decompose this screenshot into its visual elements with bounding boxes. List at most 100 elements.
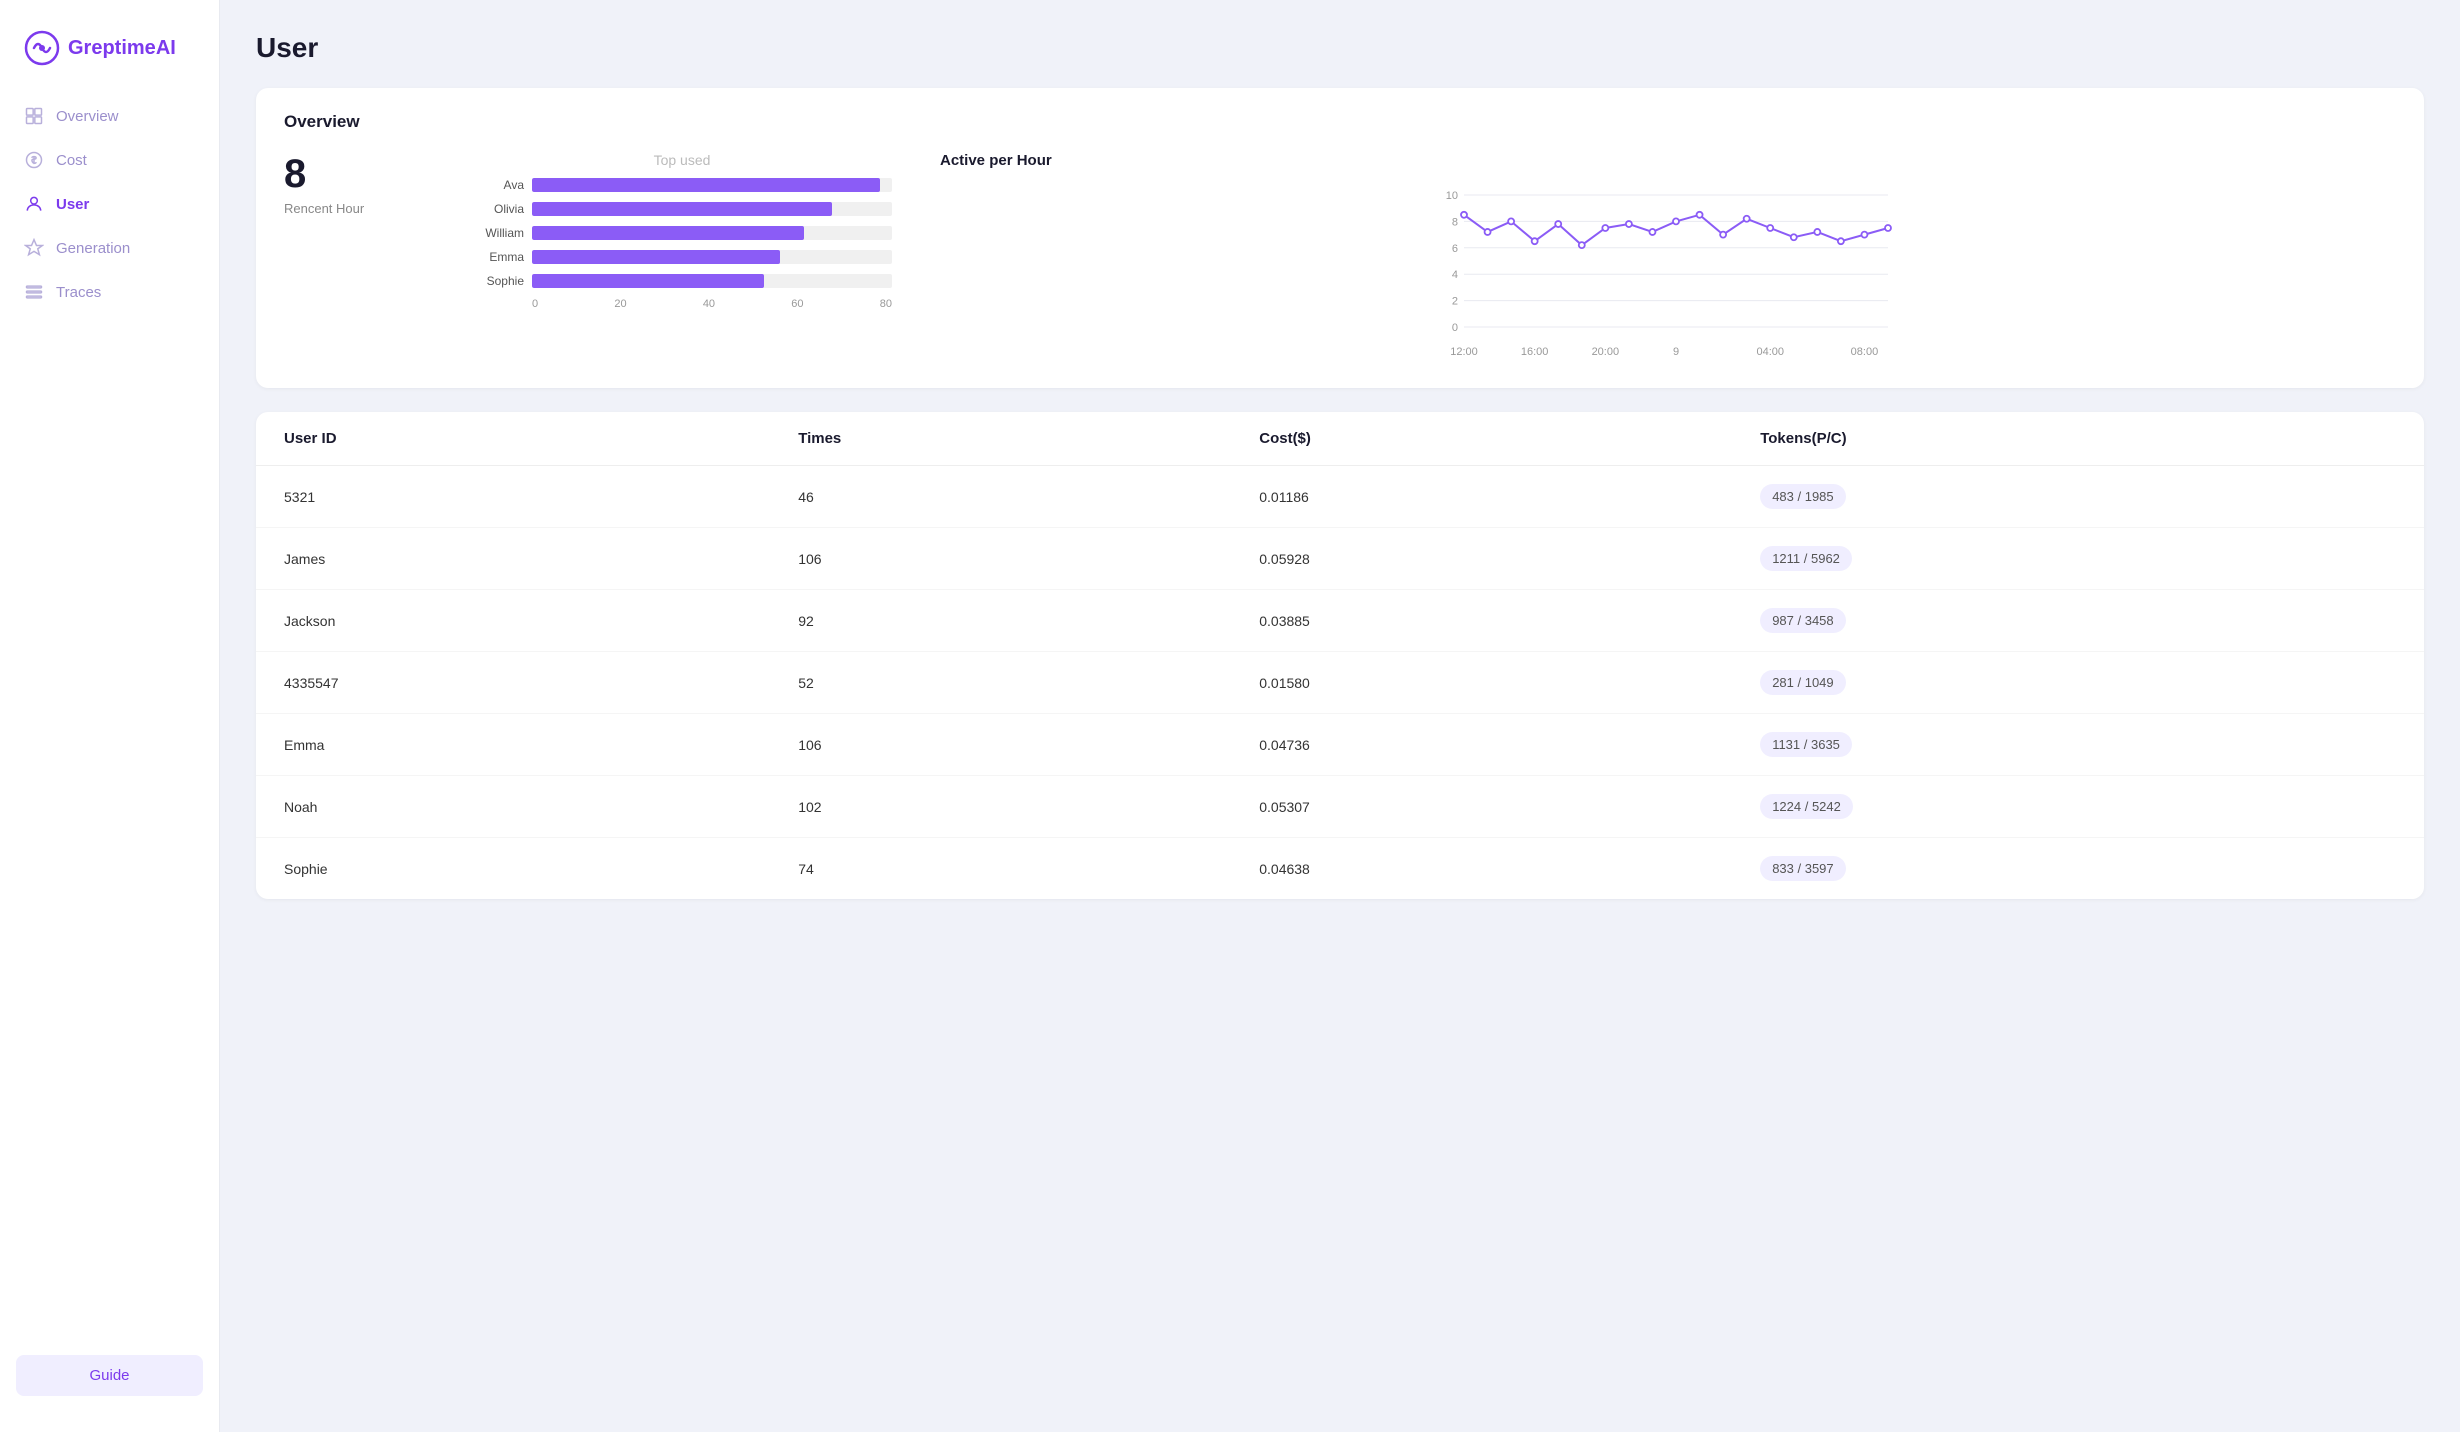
- cell-cost: 0.05928: [1231, 528, 1732, 590]
- svg-text:08:00: 08:00: [1851, 346, 1879, 358]
- logo-icon: [24, 30, 60, 66]
- cell-tokens: 1211 / 5962: [1732, 528, 2424, 590]
- svg-text:6: 6: [1452, 243, 1458, 255]
- sidebar-item-label-generation: Generation: [56, 240, 130, 257]
- guide-button[interactable]: Guide: [16, 1355, 203, 1396]
- sidebar: GreptimeAI Overview Cost User Generation…: [0, 0, 220, 1432]
- bar-chart: Ava Olivia William Emma Sophie: [472, 178, 892, 288]
- bar-label: Ava: [472, 178, 524, 192]
- charts-row: 8 Rencent Hour Top used Ava Olivia Willi…: [284, 152, 2396, 364]
- cell-user-id: Noah: [256, 776, 770, 838]
- table-row: James 106 0.05928 1211 / 5962: [256, 528, 2424, 590]
- bar-label: Sophie: [472, 274, 524, 288]
- bar-fill: [532, 202, 832, 216]
- sidebar-footer: Guide: [0, 1339, 219, 1412]
- table-row: Noah 102 0.05307 1224 / 5242: [256, 776, 2424, 838]
- cell-tokens: 833 / 3597: [1732, 838, 2424, 900]
- list-icon: [24, 282, 44, 302]
- bar-track: [532, 226, 892, 240]
- overview-card-title: Overview: [284, 112, 2396, 132]
- svg-text:2: 2: [1452, 296, 1458, 308]
- line-chart-container: Active per Hour 024681012:0016:0020:0090…: [940, 152, 2396, 364]
- svg-text:04:00: 04:00: [1756, 346, 1784, 358]
- logo: GreptimeAI: [0, 20, 219, 94]
- sidebar-item-label-cost: Cost: [56, 152, 87, 169]
- cell-times: 106: [770, 714, 1231, 776]
- bar-axis: 0 20 40 60 80: [472, 298, 892, 310]
- bar-track: [532, 274, 892, 288]
- bar-fill: [532, 274, 764, 288]
- stat-number: 8: [284, 152, 424, 197]
- cell-user-id: 4335547: [256, 652, 770, 714]
- token-badge: 833 / 3597: [1760, 856, 1845, 881]
- page-title: User: [256, 32, 2424, 64]
- bar-row: Emma: [472, 250, 892, 264]
- overview-card: Overview 8 Rencent Hour Top used Ava Oli…: [256, 88, 2424, 388]
- sidebar-item-user[interactable]: User: [0, 182, 219, 226]
- table-row: 4335547 52 0.01580 281 / 1049: [256, 652, 2424, 714]
- cell-times: 74: [770, 838, 1231, 900]
- user-icon: [24, 194, 44, 214]
- token-badge: 1211 / 5962: [1760, 546, 1852, 571]
- cell-cost: 0.03885: [1231, 590, 1732, 652]
- svg-text:10: 10: [1446, 190, 1458, 202]
- main-content: User Overview 8 Rencent Hour Top used Av…: [220, 0, 2460, 1432]
- bar-row: Olivia: [472, 202, 892, 216]
- bar-fill: [532, 250, 780, 264]
- bar-track: [532, 202, 892, 216]
- line-chart-title: Active per Hour: [940, 152, 2396, 169]
- bar-fill: [532, 226, 804, 240]
- stat-block: 8 Rencent Hour: [284, 152, 424, 216]
- token-badge: 1224 / 5242: [1760, 794, 1853, 819]
- cell-cost: 0.04638: [1231, 838, 1732, 900]
- bar-track: [532, 250, 892, 264]
- col-header-user-id: User ID: [256, 412, 770, 466]
- svg-text:9: 9: [1673, 346, 1679, 358]
- logo-text: GreptimeAI: [68, 37, 176, 60]
- bar-fill: [532, 178, 880, 192]
- line-chart-svg: 024681012:0016:0020:00904:0008:00: [940, 179, 2396, 359]
- sidebar-item-traces[interactable]: Traces: [0, 270, 219, 314]
- table-row: Emma 106 0.04736 1131 / 3635: [256, 714, 2424, 776]
- cell-times: 102: [770, 776, 1231, 838]
- cell-tokens: 987 / 3458: [1732, 590, 2424, 652]
- sidebar-item-generation[interactable]: Generation: [0, 226, 219, 270]
- col-header-times: Times: [770, 412, 1231, 466]
- bar-track: [532, 178, 892, 192]
- cell-cost: 0.05307: [1231, 776, 1732, 838]
- svg-text:4: 4: [1452, 269, 1458, 281]
- bar-row: Ava: [472, 178, 892, 192]
- table-header-row: User ID Times Cost($) Tokens(P/C): [256, 412, 2424, 466]
- cell-times: 106: [770, 528, 1231, 590]
- svg-text:8: 8: [1452, 216, 1458, 228]
- cell-cost: 0.04736: [1231, 714, 1732, 776]
- sidebar-item-label-overview: Overview: [56, 108, 119, 125]
- table-row: Jackson 92 0.03885 987 / 3458: [256, 590, 2424, 652]
- cell-user-id: Sophie: [256, 838, 770, 900]
- bar-label: Olivia: [472, 202, 524, 216]
- svg-text:16:00: 16:00: [1521, 346, 1549, 358]
- bar-label: William: [472, 226, 524, 240]
- cell-tokens: 281 / 1049: [1732, 652, 2424, 714]
- bar-chart-container: Top used Ava Olivia William Emma: [472, 152, 892, 310]
- dollar-icon: [24, 150, 44, 170]
- sidebar-item-cost[interactable]: Cost: [0, 138, 219, 182]
- cell-tokens: 483 / 1985: [1732, 466, 2424, 528]
- table-row: Sophie 74 0.04638 833 / 3597: [256, 838, 2424, 900]
- svg-text:20:00: 20:00: [1592, 346, 1620, 358]
- sidebar-item-overview[interactable]: Overview: [0, 94, 219, 138]
- token-badge: 987 / 3458: [1760, 608, 1845, 633]
- table-row: 5321 46 0.01186 483 / 1985: [256, 466, 2424, 528]
- cell-user-id: 5321: [256, 466, 770, 528]
- token-badge: 281 / 1049: [1760, 670, 1845, 695]
- cell-cost: 0.01580: [1231, 652, 1732, 714]
- cell-tokens: 1131 / 3635: [1732, 714, 2424, 776]
- sidebar-item-label-user: User: [56, 196, 89, 213]
- col-header-cost: Cost($): [1231, 412, 1732, 466]
- token-badge: 1131 / 3635: [1760, 732, 1852, 757]
- svg-text:0: 0: [1452, 322, 1458, 334]
- cell-user-id: James: [256, 528, 770, 590]
- token-badge: 483 / 1985: [1760, 484, 1845, 509]
- star-icon: [24, 238, 44, 258]
- cell-times: 92: [770, 590, 1231, 652]
